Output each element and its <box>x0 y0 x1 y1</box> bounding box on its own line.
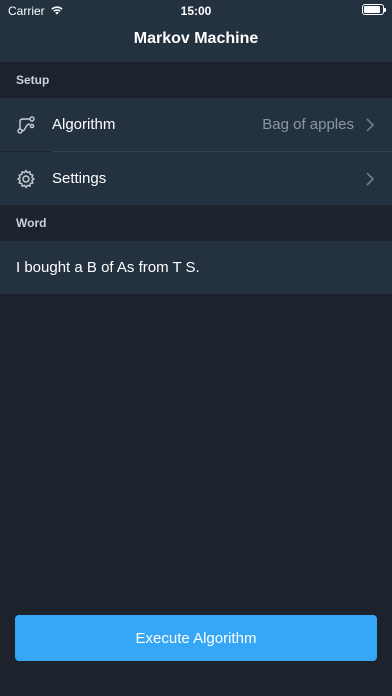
settings-row[interactable]: Settings <box>0 152 392 205</box>
algorithm-value: Bag of apples <box>262 116 354 133</box>
section-header-setup: Setup <box>0 62 392 98</box>
gear-icon <box>16 168 36 189</box>
battery-icon <box>362 4 386 15</box>
word-field[interactable]: I bought a B of As from T S. <box>0 241 392 294</box>
algorithm-path-icon <box>16 115 36 135</box>
chevron-right-icon <box>366 117 376 132</box>
algorithm-label: Algorithm <box>52 116 116 133</box>
status-time: 15:00 <box>180 4 212 18</box>
execute-button-label: Execute Algorithm <box>135 629 257 647</box>
section-header-word: Word <box>0 205 392 241</box>
status-bar: Carrier 15:00 <box>0 0 392 20</box>
chevron-right-icon <box>366 171 376 186</box>
navigation-bar: Carrier 15:00 Markov Machine <box>0 0 392 62</box>
page-title: Markov Machine <box>133 30 259 47</box>
algorithm-row[interactable]: Algorithm Bag of apples <box>0 98 392 151</box>
app-screen: Carrier 15:00 Markov Machine Setup Algor… <box>0 0 392 696</box>
word-value: I bought a B of As from T S. <box>16 259 200 276</box>
settings-label: Settings <box>52 170 107 187</box>
execute-algorithm-button[interactable]: Execute Algorithm <box>15 615 377 661</box>
